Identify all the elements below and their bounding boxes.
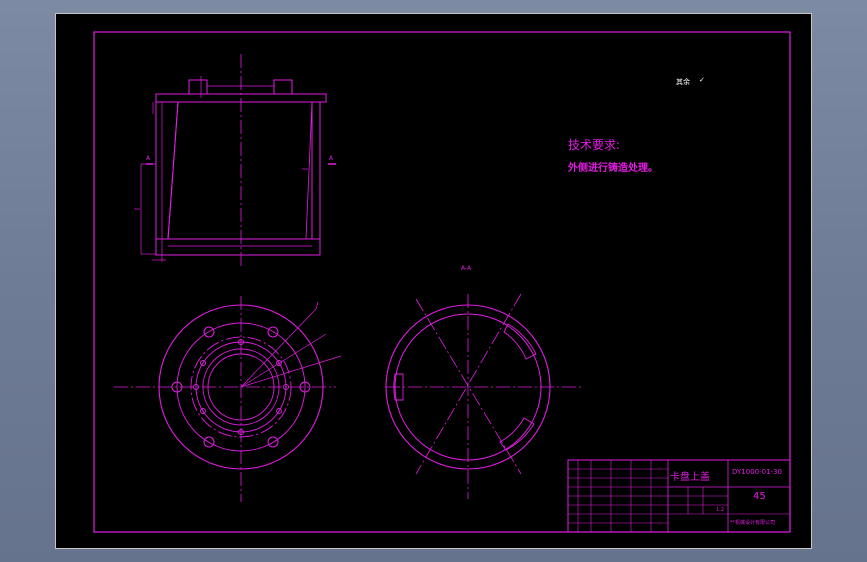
- section-label: A-A: [461, 265, 472, 272]
- roughness-label: 其余: [676, 77, 690, 86]
- section-mark-right: A: [329, 155, 334, 162]
- roughness-symbol: ✓: [699, 76, 705, 84]
- part-name: 卡盘上盖: [670, 470, 710, 483]
- tech-requirements-note: 外侧进行铸造处理。: [567, 161, 658, 174]
- tech-requirements-title: 技术要求:: [568, 138, 620, 152]
- material: 45: [753, 491, 766, 502]
- drawing-sheet: A A A-A 其余 ✓ 技术要求: 外侧进行铸造处理。 卡盘上盖 DY1000…: [93, 31, 791, 533]
- company-name: **机械设计有限公司: [730, 519, 775, 526]
- cad-drawing-viewport[interactable]: A A A-A 其余 ✓ 技术要求: 外侧进行铸造处理。 卡盘上盖 DY1000…: [55, 13, 812, 549]
- scale: 1:2: [716, 507, 724, 513]
- top-view: [114, 296, 342, 502]
- front-section-view: A A: [134, 54, 336, 269]
- drawing-number: DY1000-01-30: [732, 468, 782, 476]
- section-mark-left: A: [146, 155, 151, 162]
- section-a-a-view: A-A: [385, 265, 584, 499]
- title-block: 卡盘上盖 DY1000-01-30 45 1:2 **机械设计有限公司: [567, 459, 791, 533]
